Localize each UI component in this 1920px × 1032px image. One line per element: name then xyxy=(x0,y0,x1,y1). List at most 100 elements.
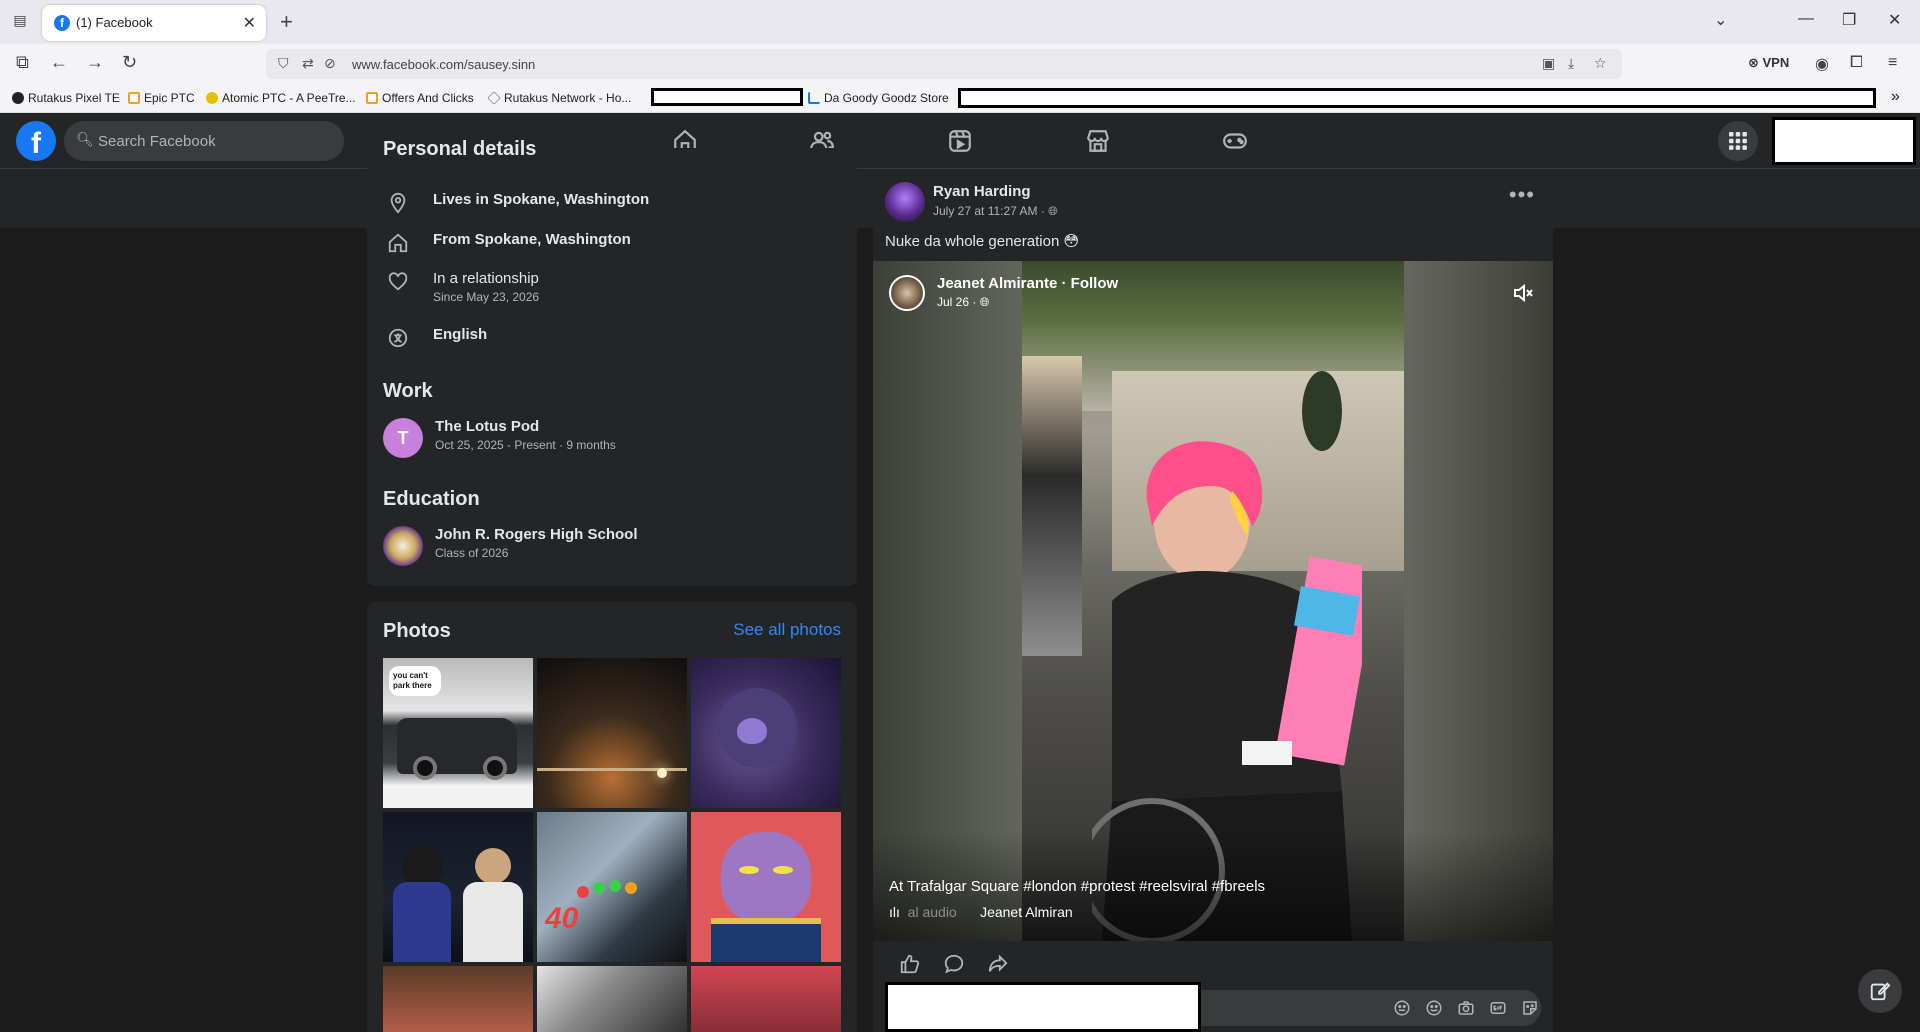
detail-language: English xyxy=(383,326,487,350)
mute-icon[interactable] xyxy=(1511,281,1535,305)
see-all-photos-link[interactable]: See all photos xyxy=(733,620,841,640)
nav-marketplace[interactable] xyxy=(1043,113,1153,169)
detail-relationship: In a relationship Since May 23, 2026 xyxy=(383,270,539,304)
photo-thumbnail[interactable] xyxy=(383,966,533,1032)
more-bookmarks-icon[interactable]: » xyxy=(1891,88,1900,106)
bookmark-item[interactable]: Epic PTC xyxy=(128,91,195,105)
education-heading: Education xyxy=(383,488,480,510)
bookmark-favicon-icon xyxy=(12,92,24,104)
bookmark-label: Rutakus Pixel TE xyxy=(28,91,120,105)
address-bar[interactable]: ⛉ ⇄ ⊘ www.facebook.com/sausey.sinn ▣ ⤓ ☆ xyxy=(266,49,1622,79)
photo-thumbnail[interactable] xyxy=(383,812,533,962)
bookmark-star-icon[interactable]: ☆ xyxy=(1594,55,1607,72)
photo-thumbnail[interactable]: 40 xyxy=(537,812,687,962)
forward-icon[interactable]: → xyxy=(86,52,104,73)
reel-audio[interactable]: ılı al audio Jeanet Almiran xyxy=(889,904,1073,920)
redacted-profile-area xyxy=(1772,117,1916,165)
close-tab-icon[interactable]: ✕ xyxy=(243,13,256,33)
facebook-logo[interactable]: f xyxy=(16,121,56,161)
reel-author-avatar[interactable] xyxy=(889,275,925,311)
reel-author[interactable]: Jeanet Almirante · Follow xyxy=(937,275,1118,292)
photo-thumbnail[interactable]: you can't park there xyxy=(383,658,533,808)
site-settings-icon[interactable]: ⇄ xyxy=(302,55,314,72)
marketplace-icon xyxy=(1087,130,1109,152)
relationship-icon xyxy=(388,272,408,291)
photo-thumbnail[interactable] xyxy=(691,966,841,1032)
share-icon[interactable] xyxy=(987,953,1009,975)
url-text[interactable]: www.facebook.com/sausey.sinn xyxy=(352,57,535,72)
public-globe-icon: 🌐︎ xyxy=(1048,204,1058,218)
bookmark-item[interactable]: Da Goody Goodz Store xyxy=(808,91,949,105)
redacted-bookmarks xyxy=(958,88,1876,108)
post-author[interactable]: Ryan Harding xyxy=(933,183,1031,200)
post-timestamp[interactable]: July 27 at 11:27 AM · xyxy=(933,204,1048,218)
detail-text: Lives in Spokane, Washington xyxy=(433,191,650,208)
work-name[interactable]: The Lotus Pod xyxy=(435,418,616,435)
location-icon xyxy=(390,192,406,214)
menu-grid-button[interactable] xyxy=(1718,121,1758,161)
like-icon[interactable] xyxy=(899,953,921,975)
bookmark-item[interactable]: Rutakus Network - Ho... xyxy=(487,91,631,105)
restore-icon[interactable]: ❐ xyxy=(1842,10,1856,30)
language-icon xyxy=(388,328,408,348)
photo-overlay-number: 40 xyxy=(545,902,579,935)
shield-icon[interactable]: ⛉ xyxy=(278,55,289,72)
comment-icon[interactable] xyxy=(943,953,965,975)
back-icon[interactable]: ← xyxy=(50,52,68,73)
tracking-blocked-icon[interactable]: ⊘ xyxy=(324,55,336,72)
detail-lives-in: Lives in Spokane, Washington xyxy=(383,191,649,215)
post-text: Nuke da whole generation 😳 xyxy=(885,233,1080,250)
bookmark-item[interactable]: Atomic PTC - A PeeTre... xyxy=(206,91,356,105)
extensions-icon[interactable]: ⧠ xyxy=(1850,54,1863,72)
reload-icon[interactable]: ↻ xyxy=(122,52,137,73)
picture-in-picture-icon[interactable]: ▣ xyxy=(1542,55,1555,72)
diamond-icon xyxy=(487,91,501,105)
emoji-icon[interactable] xyxy=(1425,999,1443,1017)
public-globe-icon: 🌐︎ xyxy=(979,295,990,309)
profile-icon[interactable]: ◉ xyxy=(1815,54,1829,74)
search-icon: 🔍︎ xyxy=(76,131,94,147)
photo-thumbnail[interactable] xyxy=(691,658,841,808)
more-options-icon[interactable]: ••• xyxy=(1509,182,1535,208)
author-avatar[interactable] xyxy=(885,182,925,222)
sidebar-toggle-icon[interactable]: ⧉ xyxy=(16,52,29,73)
camera-icon[interactable] xyxy=(1457,999,1475,1017)
detail-text: From Spokane, Washington xyxy=(433,231,631,248)
photo-thumbnail[interactable] xyxy=(537,966,687,1032)
menu-icon[interactable]: ≡ xyxy=(1888,54,1897,72)
photo-thumbnail[interactable] xyxy=(537,658,687,808)
vpn-badge[interactable]: ⊗ VPN xyxy=(1748,55,1789,71)
close-window-icon[interactable]: ✕ xyxy=(1888,10,1901,30)
intro-card: Personal details Lives in Spokane, Washi… xyxy=(367,138,857,586)
new-tab-button[interactable]: + xyxy=(280,9,293,35)
school-name[interactable]: John R. Rogers High School xyxy=(435,526,638,543)
photo-thumbnail[interactable] xyxy=(691,812,841,962)
education-item[interactable]: John R. Rogers High School Class of 2026 xyxy=(383,526,638,566)
bookmark-item[interactable]: Offers And Clicks xyxy=(366,91,474,105)
download-icon[interactable]: ⤓ xyxy=(1568,55,1574,72)
detail-from: From Spokane, Washington xyxy=(383,231,631,255)
minimize-icon[interactable]: — xyxy=(1798,10,1814,28)
audio-artist: Jeanet Almiran xyxy=(980,904,1073,920)
new-message-button[interactable] xyxy=(1858,969,1902,1013)
search-input[interactable] xyxy=(98,121,328,161)
nav-gaming[interactable] xyxy=(1180,113,1290,169)
browser-tab-facebook[interactable]: f (1) Facebook ✕ xyxy=(42,5,266,41)
gif-icon[interactable] xyxy=(1489,999,1507,1017)
reel-date-text: Jul 26 · xyxy=(937,295,980,309)
tab-list-icon[interactable]: ▤ xyxy=(10,12,30,32)
avatar-sticker-icon[interactable] xyxy=(1393,999,1411,1017)
gaming-icon xyxy=(1223,133,1247,149)
sticker-icon[interactable] xyxy=(1521,999,1539,1017)
bookmark-item[interactable]: Rutakus Pixel TE xyxy=(12,91,120,105)
tab-dropdown-icon[interactable]: ⌄ xyxy=(1714,10,1727,30)
photos-card: Photos See all photos you can't park the… xyxy=(367,602,857,1032)
shared-reel-video[interactable]: Jeanet Almirante · Follow Jul 26 · 🌐︎ At… xyxy=(873,261,1553,941)
search-box[interactable]: 🔍︎ xyxy=(64,121,344,161)
radiation-icon xyxy=(206,92,218,104)
vpn-label: VPN xyxy=(1762,55,1790,70)
nav-video[interactable] xyxy=(905,113,1015,169)
work-item[interactable]: T The Lotus Pod Oct 25, 2025 - Present ·… xyxy=(383,418,616,458)
post-actions xyxy=(873,941,1553,985)
audio-wave-icon: ılı xyxy=(889,904,900,920)
